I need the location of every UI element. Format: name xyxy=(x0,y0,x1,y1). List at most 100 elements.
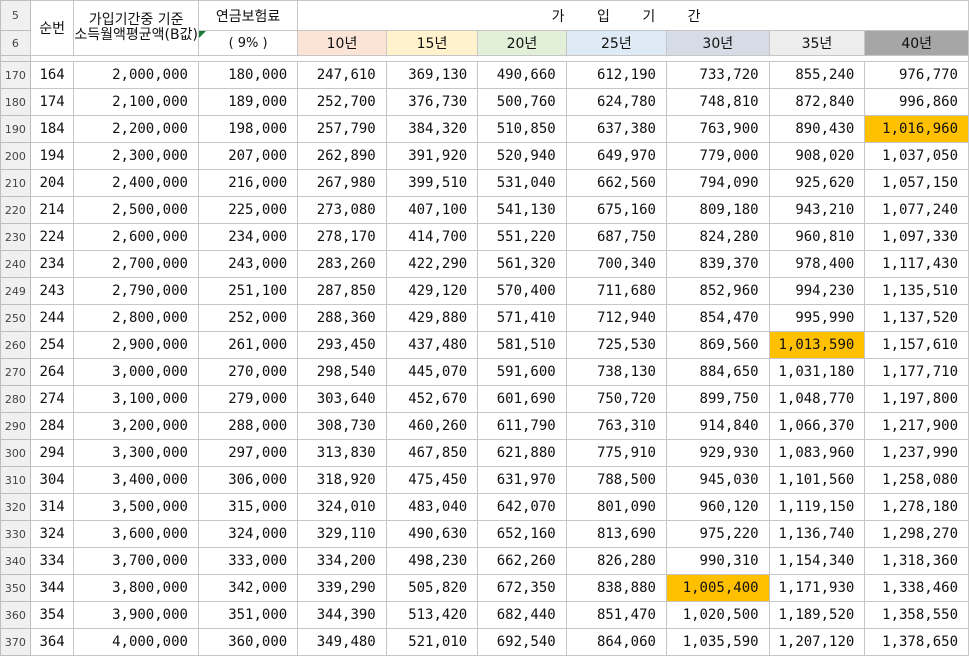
pension-cell[interactable]: 475,450 xyxy=(385,466,479,494)
pension-cell[interactable]: 929,930 xyxy=(665,439,770,467)
pension-cell[interactable]: 700,340 xyxy=(565,250,667,278)
row-header[interactable]: 230 xyxy=(0,223,31,251)
pension-cell[interactable]: 262,890 xyxy=(297,142,387,170)
premium-cell[interactable]: 261,000 xyxy=(197,331,299,359)
pension-cell[interactable]: 581,510 xyxy=(477,331,567,359)
row-header[interactable]: 300 xyxy=(0,439,31,467)
pension-cell[interactable]: 642,070 xyxy=(477,493,567,521)
pension-cell[interactable]: 384,320 xyxy=(385,115,479,143)
pension-cell[interactable]: 914,840 xyxy=(665,412,770,440)
pension-cell[interactable]: 1,066,370 xyxy=(768,412,866,440)
premium-cell[interactable]: 270,000 xyxy=(197,358,299,386)
pension-cell[interactable]: 960,810 xyxy=(768,223,866,251)
pension-cell[interactable]: 995,990 xyxy=(768,304,866,332)
row-header[interactable]: 280 xyxy=(0,385,31,413)
premium-header[interactable]: 연금보험료 xyxy=(197,0,299,31)
pension-cell[interactable]: 943,210 xyxy=(768,196,866,224)
row-header[interactable]: 210 xyxy=(0,169,31,197)
pension-cell[interactable]: 1,020,500 xyxy=(665,601,770,629)
pension-cell[interactable]: 637,380 xyxy=(565,115,667,143)
premium-cell[interactable]: 207,000 xyxy=(197,142,299,170)
pension-cell[interactable]: 571,410 xyxy=(477,304,567,332)
income-cell[interactable]: 2,700,000 xyxy=(73,250,199,278)
pension-cell[interactable]: 407,100 xyxy=(385,196,479,224)
pension-cell[interactable]: 273,080 xyxy=(297,196,387,224)
pension-cell[interactable]: 510,850 xyxy=(477,115,567,143)
pension-cell[interactable]: 318,920 xyxy=(297,466,387,494)
income-cell[interactable]: 2,900,000 xyxy=(73,331,199,359)
income-cell[interactable]: 4,000,000 xyxy=(73,628,199,656)
pension-cell[interactable]: 460,260 xyxy=(385,412,479,440)
row-header[interactable]: 360 xyxy=(0,601,31,629)
seq-cell[interactable]: 364 xyxy=(29,628,75,656)
pension-cell[interactable]: 1,031,180 xyxy=(768,358,866,386)
pension-cell[interactable]: 1,157,610 xyxy=(864,331,969,359)
pension-cell[interactable]: 775,910 xyxy=(565,439,667,467)
premium-cell[interactable]: 306,000 xyxy=(197,466,299,494)
pension-cell[interactable]: 490,660 xyxy=(477,61,567,89)
pension-cell[interactable]: 247,610 xyxy=(297,61,387,89)
period-col-header[interactable]: 40년 xyxy=(864,30,969,56)
seq-cell[interactable]: 204 xyxy=(29,169,75,197)
income-cell[interactable]: 2,600,000 xyxy=(73,223,199,251)
income-header[interactable]: 가입기간중 기준 소득월액평균액(B값) xyxy=(73,0,199,56)
premium-cell[interactable]: 333,000 xyxy=(197,547,299,575)
pension-cell[interactable]: 520,940 xyxy=(477,142,567,170)
income-cell[interactable]: 3,300,000 xyxy=(73,439,199,467)
pension-cell-highlighted[interactable]: 1,016,960 xyxy=(864,115,969,143)
pension-cell[interactable]: 1,258,080 xyxy=(864,466,969,494)
row-header[interactable]: 170 xyxy=(0,61,31,89)
pension-cell[interactable]: 1,048,770 xyxy=(768,385,866,413)
pension-cell[interactable]: 429,880 xyxy=(385,304,479,332)
pension-cell[interactable]: 763,900 xyxy=(665,115,770,143)
seq-cell[interactable]: 244 xyxy=(29,304,75,332)
pension-cell[interactable]: 324,010 xyxy=(297,493,387,521)
pension-cell[interactable]: 649,970 xyxy=(565,142,667,170)
pension-cell[interactable]: 672,350 xyxy=(477,574,567,602)
pension-cell[interactable]: 624,780 xyxy=(565,88,667,116)
seq-cell[interactable]: 324 xyxy=(29,520,75,548)
pension-cell[interactable]: 1,136,740 xyxy=(768,520,866,548)
pension-cell[interactable]: 500,760 xyxy=(477,88,567,116)
pension-cell[interactable]: 1,189,520 xyxy=(768,601,866,629)
pension-cell[interactable]: 267,980 xyxy=(297,169,387,197)
pension-cell[interactable]: 570,400 xyxy=(477,277,567,305)
pension-cell[interactable]: 1,197,800 xyxy=(864,385,969,413)
pension-cell[interactable]: 1,237,990 xyxy=(864,439,969,467)
row-header[interactable]: 250 xyxy=(0,304,31,332)
row-header[interactable]: 310 xyxy=(0,466,31,494)
pension-cell[interactable]: 662,260 xyxy=(477,547,567,575)
pension-cell[interactable]: 813,690 xyxy=(565,520,667,548)
pension-cell[interactable]: 976,770 xyxy=(864,61,969,89)
pension-cell[interactable]: 1,177,710 xyxy=(864,358,969,386)
pension-cell[interactable]: 945,030 xyxy=(665,466,770,494)
pension-cell[interactable]: 864,060 xyxy=(565,628,667,656)
pension-cell[interactable]: 1,154,340 xyxy=(768,547,866,575)
income-cell[interactable]: 2,800,000 xyxy=(73,304,199,332)
row-header[interactable]: 270 xyxy=(0,358,31,386)
pension-cell[interactable]: 884,650 xyxy=(665,358,770,386)
pension-cell[interactable]: 561,320 xyxy=(477,250,567,278)
pension-cell[interactable]: 490,630 xyxy=(385,520,479,548)
premium-cell[interactable]: 234,000 xyxy=(197,223,299,251)
pension-cell[interactable]: 725,530 xyxy=(565,331,667,359)
pension-cell[interactable]: 908,020 xyxy=(768,142,866,170)
pension-cell[interactable]: 334,200 xyxy=(297,547,387,575)
pension-cell[interactable]: 1,217,900 xyxy=(864,412,969,440)
income-cell[interactable]: 3,100,000 xyxy=(73,385,199,413)
pension-cell[interactable]: 852,960 xyxy=(665,277,770,305)
premium-cell[interactable]: 243,000 xyxy=(197,250,299,278)
seq-cell[interactable]: 354 xyxy=(29,601,75,629)
premium-cell[interactable]: 225,000 xyxy=(197,196,299,224)
pension-cell[interactable]: 349,480 xyxy=(297,628,387,656)
income-cell[interactable]: 3,900,000 xyxy=(73,601,199,629)
pension-cell[interactable]: 1,101,560 xyxy=(768,466,866,494)
income-cell[interactable]: 3,800,000 xyxy=(73,574,199,602)
pension-cell[interactable]: 838,880 xyxy=(565,574,667,602)
pension-cell[interactable]: 611,790 xyxy=(477,412,567,440)
pension-cell[interactable]: 1,035,590 xyxy=(665,628,770,656)
income-cell[interactable]: 2,500,000 xyxy=(73,196,199,224)
pension-cell[interactable]: 399,510 xyxy=(385,169,479,197)
pension-cell[interactable]: 738,130 xyxy=(565,358,667,386)
premium-cell[interactable]: 288,000 xyxy=(197,412,299,440)
